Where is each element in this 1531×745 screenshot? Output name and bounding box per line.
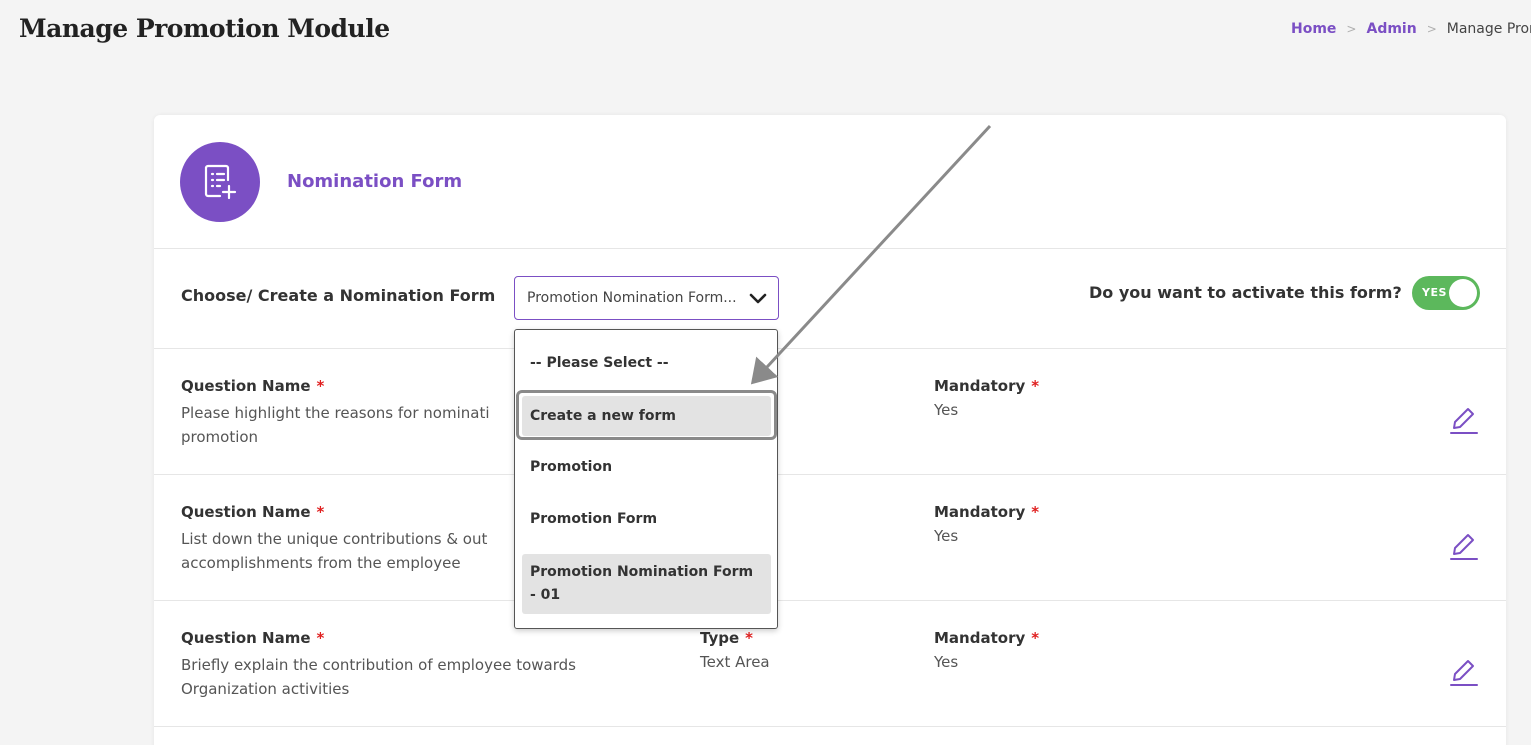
- question-name-label: Question Name *: [181, 503, 325, 521]
- toggle-state-text: YES: [1422, 286, 1447, 299]
- breadcrumb: Home > Admin > Manage Pron: [1291, 21, 1531, 37]
- type-label: Type *: [700, 629, 753, 647]
- edit-icon[interactable]: [1450, 657, 1478, 687]
- form-select-value: Promotion Nomination Form...: [527, 290, 737, 306]
- choose-form-label: Choose/ Create a Nomination Form: [181, 286, 496, 305]
- dropdown-option[interactable]: Promotion Nomination Form - 01: [522, 554, 771, 614]
- mandatory-value: Yes: [934, 653, 959, 671]
- type-value: Text Area: [700, 653, 770, 671]
- form-add-icon: [180, 142, 260, 222]
- mandatory-label: Mandatory *: [934, 377, 1040, 395]
- dropdown-option[interactable]: Promotion Form: [522, 504, 771, 534]
- question-name-label: Question Name *: [181, 629, 325, 647]
- dropdown-option[interactable]: -- Please Select --: [522, 348, 771, 378]
- dropdown-option[interactable]: Create a new form: [522, 396, 771, 436]
- breadcrumb-current: Manage Pron: [1446, 21, 1531, 37]
- breadcrumb-separator: >: [1426, 22, 1437, 36]
- toggle-knob: [1449, 279, 1477, 307]
- form-select-dropdown: -- Please Select -- Create a new form Pr…: [514, 329, 778, 629]
- edit-icon[interactable]: [1450, 531, 1478, 561]
- question-name-value: Briefly explain the contribution of empl…: [181, 656, 576, 698]
- breadcrumb-home-link[interactable]: Home: [1291, 21, 1336, 37]
- nomination-form-card: Nomination Form Choose/ Create a Nominat…: [154, 115, 1506, 745]
- form-chooser-row: Choose/ Create a Nomination Form Promoti…: [154, 249, 1506, 349]
- mandatory-label: Mandatory *: [934, 503, 1040, 521]
- form-select[interactable]: Promotion Nomination Form...: [514, 276, 779, 320]
- edit-icon[interactable]: [1450, 405, 1478, 435]
- question-name-label: Question Name *: [181, 377, 325, 395]
- page-title: Manage Promotion Module: [19, 14, 390, 43]
- question-row: Question Name * List down the unique cont…: [154, 475, 1506, 601]
- question-row: Question Name * Briefly explain the contr…: [154, 601, 1506, 727]
- activate-form-toggle[interactable]: YES: [1412, 276, 1480, 310]
- breadcrumb-separator: >: [1346, 22, 1357, 36]
- dropdown-option[interactable]: Promotion: [522, 452, 771, 482]
- breadcrumb-admin-link[interactable]: Admin: [1366, 21, 1416, 37]
- question-row: Question Name * Please highlight the reas…: [154, 349, 1506, 475]
- mandatory-value: Yes: [934, 401, 959, 419]
- card-header: Nomination Form: [154, 115, 1506, 249]
- activate-form-label: Do you want to activate this form?: [1089, 283, 1402, 302]
- mandatory-label: Mandatory *: [934, 629, 1040, 647]
- mandatory-value: Yes: [934, 527, 959, 545]
- card-title: Nomination Form: [287, 171, 463, 192]
- chevron-down-icon: [748, 289, 768, 313]
